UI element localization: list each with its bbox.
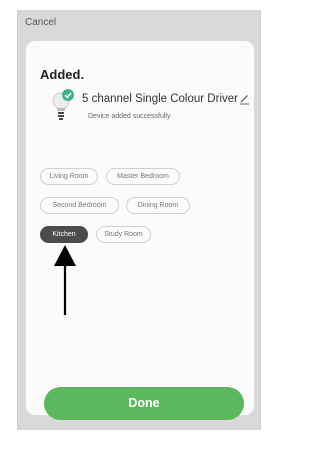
room-chip-living-room[interactable]: Living Room [40,168,98,185]
check-icon [62,89,74,101]
room-chip-study-room[interactable]: Study Room [96,226,151,243]
arrow-up-icon [54,245,76,315]
device-status: Device added successfully [88,113,171,120]
room-chip-dining-room[interactable]: Dining Room [126,197,190,214]
sheet-title: Added. [40,67,85,82]
room-chip-master-bedroom[interactable]: Master Bedroom [106,168,180,185]
phone-screen: Cancel Added. 5 channel Single Colour Dr… [17,10,261,430]
room-chip-second-bedroom[interactable]: Second Bedroom [40,197,119,214]
device-added-sheet: Added. 5 channel Single Colour Driver De… [26,41,254,420]
done-button[interactable]: Done [44,387,244,420]
device-name: 5 channel Single Colour Driver [82,93,238,105]
bulb-icon [52,89,74,120]
edit-icon[interactable] [238,92,251,105]
room-chip-kitchen[interactable]: Kitchen [40,226,88,243]
cancel-button[interactable]: Cancel [25,17,56,28]
